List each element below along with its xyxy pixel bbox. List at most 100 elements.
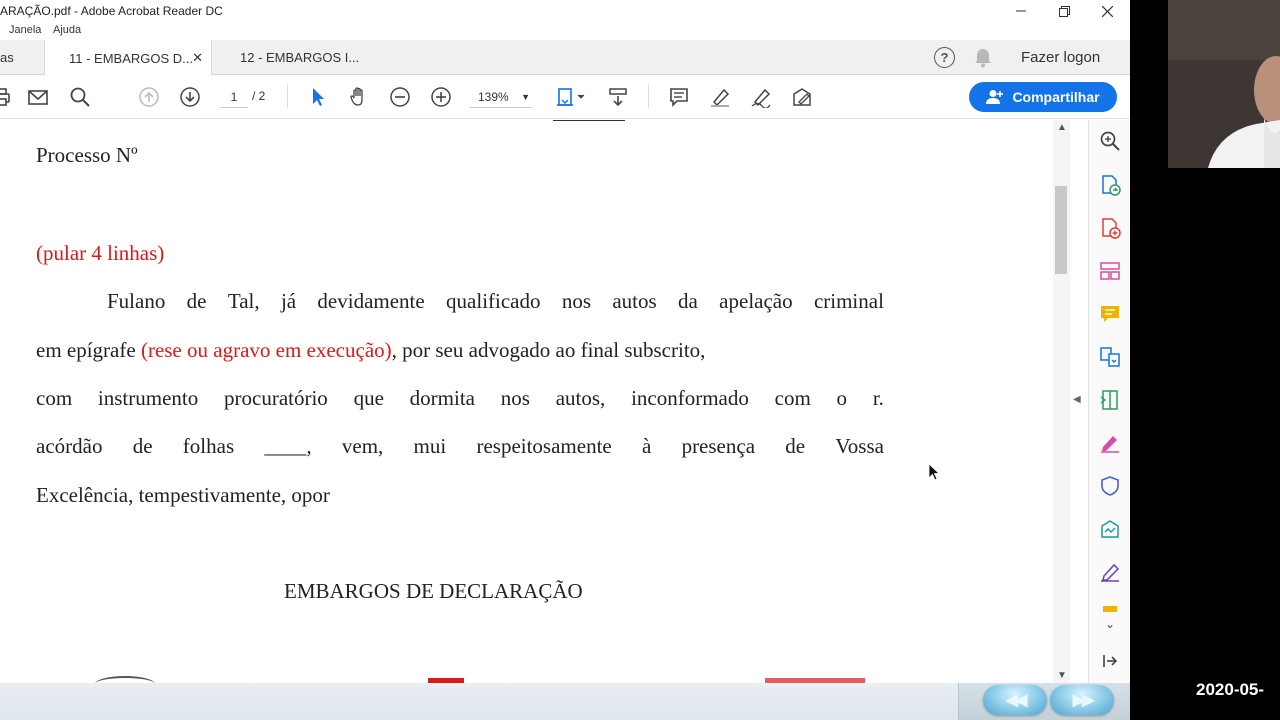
menu-ajuda[interactable]: Ajuda [53, 24, 81, 36]
fill-sign-icon[interactable] [789, 84, 815, 110]
word: Fulano [107, 289, 166, 313]
toolbar-divider [287, 85, 288, 109]
webcam-feed [1168, 0, 1280, 168]
more-tools-icon[interactable] [1099, 604, 1121, 612]
send-for-signature-icon[interactable] [1099, 518, 1121, 540]
tab-document-11[interactable]: 11 - EMBARGOS D... ✕ [44, 40, 212, 76]
comment-icon[interactable] [666, 84, 692, 110]
previous-slide-button[interactable]: ◀◀ [983, 685, 1047, 715]
word: à [641, 434, 652, 458]
help-icon[interactable]: ? [934, 47, 955, 68]
close-icon [1101, 5, 1113, 17]
fill-and-sign-icon[interactable] [1099, 561, 1121, 583]
word: vem, [341, 434, 384, 458]
scrollbar-thumb[interactable] [1055, 186, 1067, 274]
minimize-icon [1016, 10, 1026, 12]
word: dormita [409, 386, 475, 410]
word: mui [413, 434, 447, 458]
document-view[interactable]: Processo Nº (pular 4 linhas) Fulano de Tal… [0, 120, 1053, 683]
word: apelação [719, 289, 793, 313]
word: r. [872, 386, 884, 410]
word: folhas [182, 434, 235, 458]
notification-bell-icon[interactable] [974, 48, 992, 73]
organize-pages-icon[interactable] [1099, 260, 1121, 282]
line2-prefix: em epígrafe [36, 338, 141, 362]
clipped-next-line [95, 676, 155, 683]
compress-icon[interactable] [1099, 389, 1121, 411]
paragraph-line-5: Excelência, tempestivamente, opor [36, 483, 330, 507]
print-icon[interactable] [0, 84, 14, 110]
select-tool-icon[interactable] [305, 84, 331, 110]
minimize-button[interactable] [1000, 0, 1042, 22]
share-label: Compartilhar [1012, 89, 1100, 105]
word: instrumento [97, 386, 199, 410]
tab-label: 12 - EMBARGOS I... [240, 50, 360, 65]
word: de [186, 289, 207, 313]
next-slide-button[interactable]: ▶▶ [1050, 685, 1114, 715]
word: da [678, 289, 698, 313]
previous-page-icon[interactable] [136, 84, 162, 110]
skip-lines-note: (pular 4 linhas) [36, 241, 165, 265]
scroll-down-icon[interactable]: ▼ [1057, 670, 1067, 681]
collapse-tools-icon[interactable] [1099, 650, 1121, 672]
export-pdf-icon[interactable] [1099, 174, 1121, 196]
restore-button[interactable] [1043, 0, 1085, 22]
word: inconformado [631, 386, 749, 410]
zoom-tool-icon[interactable] [1099, 130, 1121, 152]
zoom-out-icon[interactable] [387, 84, 413, 110]
toolbar-divider [648, 85, 649, 109]
add-user-icon [986, 90, 1004, 104]
document-heading: EMBARGOS DE DECLARAÇÃO [284, 579, 583, 603]
paragraph-line-1: Fulano de Tal, já devidamente qualificado nos a… [107, 289, 884, 314]
comment-tool-icon[interactable] [1099, 303, 1121, 325]
next-page-icon[interactable] [177, 84, 203, 110]
page-number-input[interactable]: 1 [220, 86, 248, 108]
fit-page-icon[interactable] [553, 84, 587, 110]
scroll-up-icon[interactable]: ▲ [1057, 122, 1067, 133]
protect-icon[interactable] [1099, 475, 1121, 497]
menu-janela[interactable]: Janela [9, 24, 41, 36]
scroll-mode-icon[interactable] [605, 84, 631, 110]
combine-files-icon[interactable] [1099, 346, 1121, 368]
search-icon[interactable] [67, 84, 93, 110]
chevron-down-icon[interactable]: ⌄ [1099, 617, 1121, 639]
tab-bar: as 11 - EMBARGOS D... ✕ 12 - EMBARGOS I.… [0, 40, 1130, 76]
create-pdf-icon[interactable] [1099, 217, 1121, 239]
zoom-in-icon[interactable] [428, 84, 454, 110]
word: presença [681, 434, 756, 458]
slide-navigation: ◀◀ ▶▶ [958, 683, 1130, 720]
highlight-icon[interactable] [707, 84, 733, 110]
word: devidamente [317, 289, 425, 313]
hand-tool-icon[interactable] [346, 84, 372, 110]
word: de [132, 434, 153, 458]
tab-home[interactable]: as [0, 40, 44, 75]
tools-pane: ⌄ [1088, 120, 1130, 683]
edit-pdf-icon[interactable] [1099, 432, 1121, 454]
tab-close-icon[interactable]: ✕ [192, 50, 203, 66]
email-icon[interactable] [25, 84, 51, 110]
word: com [774, 386, 811, 410]
sign-icon[interactable] [748, 84, 774, 110]
window-title: ARAÇÃO.pdf - Adobe Acrobat Reader DC [0, 4, 223, 18]
word: Tal, [227, 289, 260, 313]
zoom-select[interactable]: 139% ▼ [470, 86, 532, 108]
acrobat-window: ARAÇÃO.pdf - Adobe Acrobat Reader DC Jan… [0, 0, 1130, 720]
word: ____, [264, 434, 312, 458]
word: qualificado [446, 289, 541, 313]
collapse-pane-icon[interactable]: ◀ [1073, 394, 1081, 405]
underline-remnant [553, 120, 625, 121]
zoom-value: 139% [478, 90, 509, 104]
sign-in-link[interactable]: Fazer logon [1021, 49, 1100, 66]
paragraph-line-4: acórdão de folhas ____, vem, mui respeitosamen… [36, 434, 884, 459]
share-button[interactable]: Compartilhar [969, 82, 1117, 112]
paragraph-line-3: com instrumento procuratório que dormita nos a… [36, 386, 884, 411]
word: autos [612, 289, 657, 313]
paragraph-line-2: em epígrafe (rese ou agravo em execução)… [36, 338, 884, 363]
recording-timestamp: 2020-05- [1196, 680, 1265, 699]
line2-suffix: , por seu advogado ao final subscrito, [391, 338, 706, 362]
word: Vossa [835, 434, 884, 458]
tab-document-12[interactable]: 12 - EMBARGOS I... [212, 40, 380, 75]
close-window-button[interactable] [1086, 0, 1128, 22]
word: já [280, 289, 297, 313]
vertical-scrollbar[interactable]: ▲ ▼ [1053, 120, 1070, 683]
